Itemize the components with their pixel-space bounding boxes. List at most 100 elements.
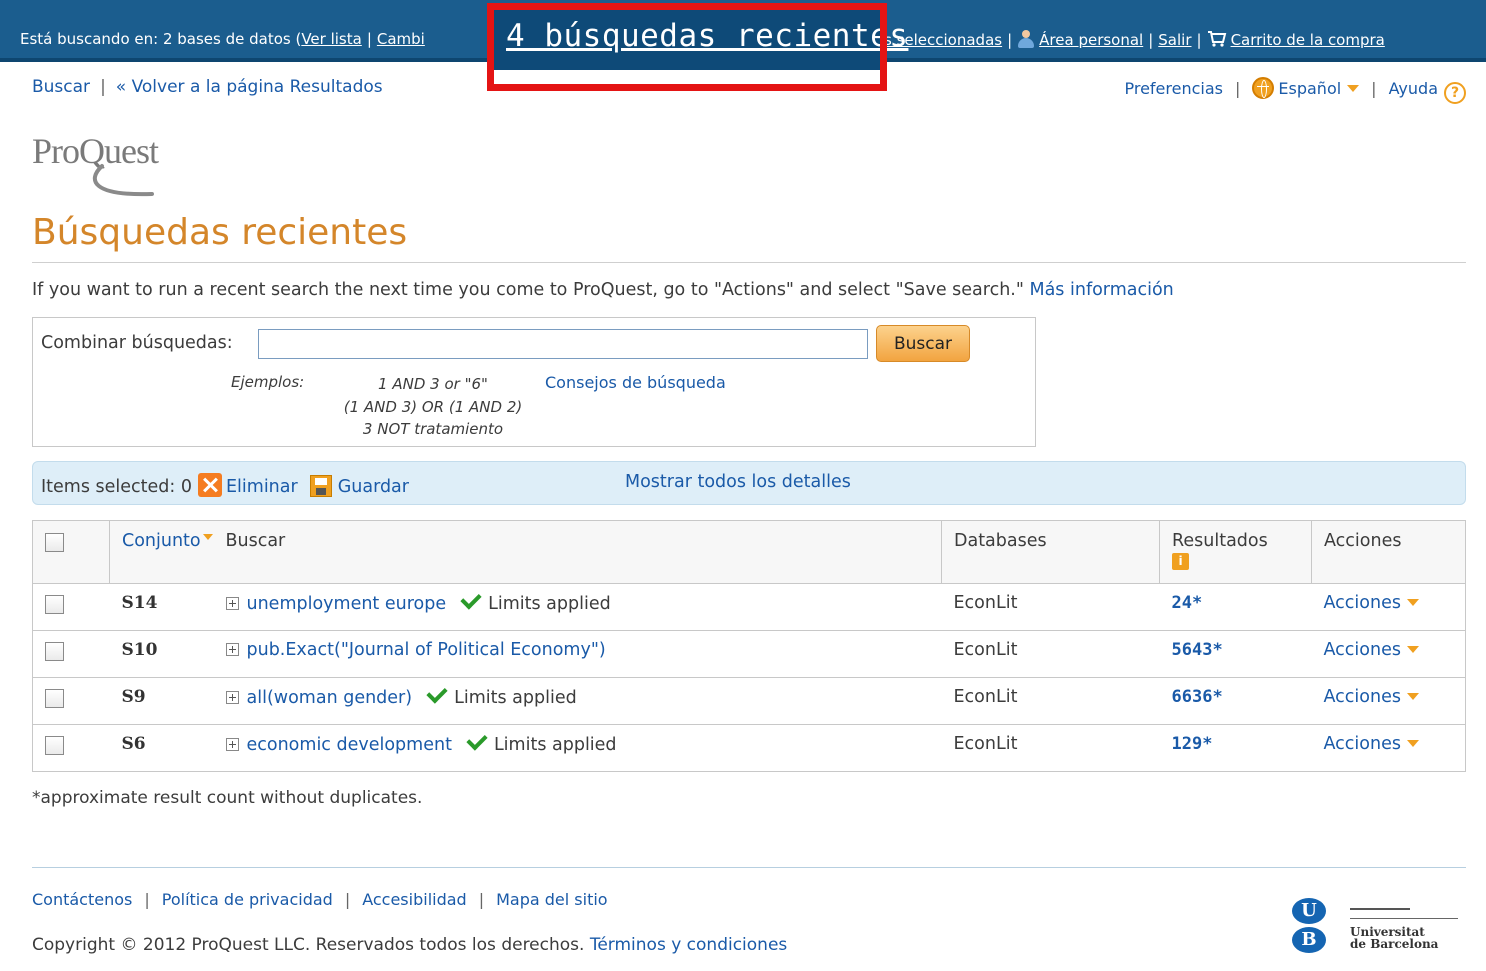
help-icon[interactable]: ? bbox=[1444, 82, 1466, 104]
preferences-link[interactable]: Preferencias bbox=[1124, 79, 1223, 98]
checkmark-icon bbox=[426, 682, 448, 704]
limits-applied-text: Limits applied bbox=[493, 735, 617, 755]
query-link[interactable]: economic development bbox=[247, 735, 452, 755]
footer-links: Contáctenos | Política de privacidad | Acces… bbox=[32, 890, 608, 909]
row-checkbox[interactable] bbox=[45, 595, 64, 614]
area-personal-link[interactable]: Área personal bbox=[1039, 31, 1143, 49]
set-id: S10 bbox=[121, 640, 158, 660]
cambiar-link[interactable]: Cambi bbox=[377, 30, 425, 48]
row-select-cell bbox=[32, 630, 110, 678]
row-checkbox[interactable] bbox=[45, 689, 64, 708]
sitemap-link[interactable]: Mapa del sitio bbox=[496, 890, 607, 909]
header-databases-label: Databases bbox=[954, 531, 1047, 551]
row-query-cell: unemployment europe Limits applied bbox=[213, 583, 942, 631]
actions-dropdown[interactable]: Acciones bbox=[1324, 640, 1401, 660]
help-link[interactable]: Ayuda bbox=[1389, 79, 1438, 98]
separator: | bbox=[1007, 31, 1013, 49]
recent-searches-table: Conjunto Buscar Databases Resultados i Ac… bbox=[32, 520, 1466, 772]
results-count-link[interactable]: 24* bbox=[1172, 593, 1203, 613]
show-all-details-link[interactable]: Mostrar todos los detalles bbox=[625, 472, 851, 492]
search-tips-link[interactable]: Consejos de búsqueda bbox=[545, 373, 726, 392]
combine-search-button[interactable]: Buscar bbox=[876, 325, 970, 362]
results-count-link[interactable]: 129* bbox=[1172, 734, 1213, 754]
query-link[interactable]: all(woman gender) bbox=[247, 688, 413, 708]
chevron-down-icon[interactable] bbox=[1406, 693, 1419, 700]
combine-label: Combinar búsquedas: bbox=[41, 333, 233, 353]
utility-nav: Preferencias | Español | Ayuda? bbox=[1124, 77, 1466, 104]
header-select-cell bbox=[32, 520, 110, 584]
row-set-cell: S14 bbox=[109, 583, 214, 631]
carrito-link[interactable]: Carrito de la compra bbox=[1231, 31, 1385, 49]
more-info-link[interactable]: Más información bbox=[1029, 280, 1173, 300]
contact-link[interactable]: Contáctenos bbox=[32, 890, 132, 909]
checkmark-icon bbox=[460, 588, 482, 610]
row-actions-cell: Acciones bbox=[1311, 630, 1466, 678]
row-query-cell: economic development Limits applied bbox=[213, 724, 942, 772]
expand-icon[interactable] bbox=[225, 643, 239, 656]
footer-divider bbox=[32, 867, 1466, 868]
results-count-link[interactable]: 6636* bbox=[1172, 687, 1223, 707]
chevron-down-icon[interactable] bbox=[1347, 85, 1360, 92]
expand-icon[interactable] bbox=[225, 738, 239, 751]
expand-icon[interactable] bbox=[225, 597, 239, 610]
buscar-link[interactable]: Buscar bbox=[32, 77, 90, 97]
query-link[interactable]: pub.Exact("Journal of Political Economy"… bbox=[247, 640, 606, 660]
row-select-cell bbox=[32, 583, 110, 631]
row-actions-cell: Acciones bbox=[1311, 583, 1466, 631]
header-databases-cell: Databases bbox=[941, 520, 1160, 584]
results-count-link[interactable]: 5643* bbox=[1172, 640, 1223, 660]
row-actions-cell: Acciones bbox=[1311, 677, 1466, 725]
table-header-row: Conjunto Buscar Databases Resultados i Ac… bbox=[32, 520, 1466, 584]
ub-logo-mark bbox=[1350, 904, 1410, 910]
header-actions-label: Acciones bbox=[1324, 531, 1402, 551]
chevron-down-icon[interactable] bbox=[1406, 740, 1419, 747]
separator: | bbox=[344, 890, 351, 909]
query-link[interactable]: unemployment europe bbox=[247, 594, 447, 614]
set-id: S9 bbox=[121, 687, 146, 707]
separator: | bbox=[1235, 79, 1241, 98]
sort-caret-icon bbox=[202, 534, 213, 540]
separator: | bbox=[100, 77, 106, 97]
row-results-cell: 129* bbox=[1159, 724, 1312, 772]
selection-toolbar: Items selected: 0 Eliminar Guardar Mostrar… bbox=[32, 461, 1466, 505]
separator: | bbox=[1371, 79, 1377, 98]
privacy-link[interactable]: Política de privacidad bbox=[162, 890, 333, 909]
combine-searches-input[interactable] bbox=[258, 329, 868, 359]
delete-icon[interactable] bbox=[197, 473, 222, 497]
selection-controls: Items selected: 0 Eliminar Guardar bbox=[41, 473, 409, 497]
sort-by-set-link[interactable]: Conjunto bbox=[122, 531, 201, 551]
language-selector[interactable]: Español bbox=[1278, 79, 1341, 98]
row-select-cell bbox=[32, 724, 110, 772]
save-link[interactable]: Guardar bbox=[338, 477, 409, 497]
save-icon[interactable] bbox=[309, 475, 332, 497]
university-logo: U B Universitat de Barcelona bbox=[1290, 896, 1466, 956]
back-to-results-link[interactable]: « Volver a la página Resultados bbox=[116, 77, 383, 97]
select-all-checkbox[interactable] bbox=[45, 533, 64, 552]
ub-logo-text: Universitat de Barcelona bbox=[1350, 926, 1438, 950]
items-selected-count: Items selected: 0 bbox=[41, 477, 192, 497]
expand-icon[interactable] bbox=[225, 691, 239, 704]
terms-link[interactable]: Términos y condiciones bbox=[590, 935, 787, 955]
row-results-cell: 6636* bbox=[1159, 677, 1312, 725]
delete-link[interactable]: Eliminar bbox=[226, 477, 298, 497]
copyright-text: Copyright © 2012 ProQuest LLC. Reservado… bbox=[32, 935, 585, 955]
accessibility-link[interactable]: Accesibilidad bbox=[362, 890, 467, 909]
actions-dropdown[interactable]: Acciones bbox=[1324, 593, 1401, 613]
ver-lista-link[interactable]: Ver lista bbox=[301, 30, 361, 48]
chevron-down-icon[interactable] bbox=[1406, 599, 1419, 606]
chevron-down-icon[interactable] bbox=[1406, 646, 1419, 653]
row-checkbox[interactable] bbox=[45, 642, 64, 661]
row-database-cell: EconLit bbox=[941, 630, 1160, 678]
info-icon[interactable]: i bbox=[1172, 553, 1189, 570]
header-actions-cell: Acciones bbox=[1311, 520, 1466, 584]
actions-dropdown[interactable]: Acciones bbox=[1324, 687, 1401, 707]
actions-dropdown[interactable]: Acciones bbox=[1324, 734, 1401, 754]
proquest-logo[interactable]: ProQuest bbox=[32, 130, 182, 200]
table-row: S14 unemployment europe Limits applied Ec… bbox=[32, 583, 1466, 631]
shopping-cart-icon bbox=[1207, 31, 1226, 47]
row-checkbox[interactable] bbox=[45, 736, 64, 755]
database-name: EconLit bbox=[953, 687, 1018, 707]
ub-line2: de Barcelona bbox=[1350, 937, 1439, 951]
row-database-cell: EconLit bbox=[941, 724, 1160, 772]
salir-link[interactable]: Salir bbox=[1158, 31, 1191, 49]
